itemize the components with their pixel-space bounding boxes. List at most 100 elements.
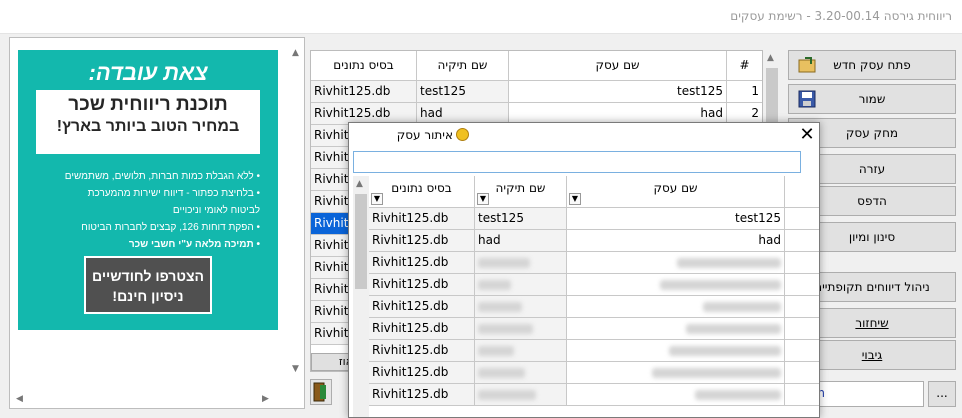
scroll-up-icon[interactable]: ▲	[767, 53, 774, 63]
banner-cta-button[interactable]: הצטרפו לחודשיים ניסיון חינם!	[84, 256, 212, 314]
column-header-business-name[interactable]: שם עסק ▼	[567, 176, 785, 208]
coin-icon	[456, 128, 469, 141]
column-header-database[interactable]: בסיס נתונים	[311, 51, 417, 81]
banner-slogan: צאת עובדה:	[88, 60, 208, 85]
dialog-cell-db[interactable]: Rivhit125.db	[369, 362, 475, 384]
dialog-cell-extra[interactable]	[785, 296, 819, 318]
dialog-cell-extra[interactable]	[785, 252, 819, 274]
new-button[interactable]: פתח עסק חדש	[788, 50, 956, 80]
column-header-database[interactable]: בסיס נתונים ▼	[369, 176, 475, 208]
redacted-text	[669, 345, 781, 356]
browse-button[interactable]: ...	[928, 381, 956, 407]
dialog-cell-extra[interactable]	[785, 340, 819, 362]
exit-door-button[interactable]	[310, 379, 332, 405]
dialog-cell-extra[interactable]	[785, 274, 819, 296]
chevron-down-icon[interactable]: ▼	[371, 193, 383, 205]
dialog-cell-name[interactable]	[567, 296, 785, 318]
dialog-cell-name[interactable]	[567, 252, 785, 274]
dialog-cell-db[interactable]: Rivhit125.db	[369, 252, 475, 274]
scrollbar-thumb[interactable]	[355, 194, 367, 289]
button-label: עזרה	[858, 162, 886, 176]
chevron-down-icon[interactable]: ▼	[569, 193, 581, 205]
dialog-cell-extra[interactable]	[785, 318, 819, 340]
banner-bullet: • בלחיצת כפתור - דיווח ישירות מהמערכת	[87, 188, 260, 199]
dialog-cell-folder[interactable]	[475, 296, 567, 318]
close-icon[interactable]: ✕	[797, 125, 817, 145]
banner-bullet: • תמיכה מלאה ע"י חשבי שכר	[128, 239, 260, 250]
dialog-cell-folder[interactable]	[475, 384, 567, 406]
dialog-cell-db[interactable]: Rivhit125.db	[369, 340, 475, 362]
floppy-disk-icon	[797, 89, 817, 109]
search-input[interactable]	[353, 151, 801, 173]
dialog-cell-name[interactable]: had	[567, 230, 785, 252]
dialog-cell-db[interactable]: Rivhit125.db	[369, 208, 475, 230]
redacted-text	[478, 389, 536, 400]
dialog-cell-db[interactable]: Rivhit125.db	[369, 296, 475, 318]
dialog-cell-name[interactable]	[567, 362, 785, 384]
dialog-title-text: איתור עסק	[396, 128, 453, 142]
redacted-text	[478, 257, 530, 268]
scroll-up-icon[interactable]: ▲	[356, 179, 363, 189]
table-cell-folder[interactable]: test125	[417, 81, 509, 103]
banner-subheadline: במחיר הטוב ביותר בארץ!	[56, 118, 240, 135]
scroll-left-icon[interactable]: ◀	[16, 394, 23, 404]
dialog-cell-db[interactable]: Rivhit125.db	[369, 230, 475, 252]
dialog-cell-name[interactable]	[567, 384, 785, 406]
dialog-vertical-scrollbar[interactable]: ▲	[353, 176, 369, 417]
scroll-down-icon[interactable]: ▼	[292, 364, 299, 374]
banner-headline: תוכנת ריווחית שכר	[68, 94, 228, 115]
redacted-text	[652, 367, 781, 378]
table-cell-num[interactable]: 1	[727, 81, 762, 103]
table-cell-db[interactable]: Rivhit125.db	[311, 81, 417, 103]
dialog-cell-extra[interactable]	[785, 208, 819, 230]
dialog-cell-db[interactable]: Rivhit125.db	[369, 384, 475, 406]
open-folder-icon	[797, 55, 817, 75]
banner-bullet: לביטוח לאומי וניכויים	[172, 205, 260, 216]
dialog-cell-folder[interactable]	[475, 274, 567, 296]
dialog-cell-name[interactable]	[567, 340, 785, 362]
dialog-cell-name[interactable]	[567, 274, 785, 296]
dialog-cell-folder[interactable]	[475, 252, 567, 274]
column-header-extra[interactable]	[785, 176, 819, 208]
dialog-cell-folder[interactable]: test125	[475, 208, 567, 230]
dialog-cell-db[interactable]: Rivhit125.db	[369, 274, 475, 296]
table-cell-name[interactable]: test125	[509, 81, 727, 103]
button-label: מחק עסק	[845, 126, 899, 140]
column-header-folder[interactable]: שם תיקיה	[417, 51, 509, 81]
dialog-cell-db[interactable]: Rivhit125.db	[369, 318, 475, 340]
dialog-cell-extra[interactable]	[785, 384, 819, 406]
scroll-right-icon[interactable]: ▶	[262, 394, 269, 404]
button-label: סינון ומיון	[848, 230, 896, 244]
redacted-text	[695, 389, 781, 400]
dialog-cell-name[interactable]	[567, 318, 785, 340]
dialog-cell-folder[interactable]: had	[475, 230, 567, 252]
dialog-cell-folder[interactable]	[475, 318, 567, 340]
redacted-text	[677, 257, 781, 268]
window-titlebar: ריווחית גירסה 3.20-00.14 - רשימת עסקים	[0, 0, 962, 34]
dialog-cell-name[interactable]: test125	[567, 208, 785, 230]
window-title: ריווחית גירסה 3.20-00.14 - רשימת עסקים	[730, 9, 952, 23]
column-header-number[interactable]: #	[727, 51, 762, 81]
banner-bullets: • ללא הגבלת כמות חברות, תלושים, משתמשים …	[20, 168, 260, 253]
column-header-folder[interactable]: שם תיקיה ▼	[475, 176, 567, 208]
dialog-cell-extra[interactable]	[785, 362, 819, 384]
button-label: שמור	[858, 92, 886, 106]
promo-banner[interactable]: צאת עובדה: תוכנת ריווחית שכר במחיר הטוב …	[18, 50, 278, 330]
chevron-down-icon[interactable]: ▼	[477, 193, 489, 205]
dialog-cell-folder[interactable]	[475, 340, 567, 362]
save-button[interactable]: שמור	[788, 84, 956, 114]
banner-horizontal-scrollbar[interactable]: ◀ ▶	[10, 392, 289, 408]
column-header-label: שם תיקיה	[495, 181, 546, 195]
column-header-business-name[interactable]: שם עסק	[509, 51, 727, 81]
dialog-cell-extra[interactable]	[785, 230, 819, 252]
banner-bullet: • ללא הגבלת כמות חברות, תלושים, משתמשים	[64, 171, 260, 182]
banner-cta-line: ניסיון חינם!	[112, 288, 184, 304]
redacted-text	[478, 323, 533, 334]
scroll-up-icon[interactable]: ▲	[292, 48, 299, 58]
banner-headline-box: תוכנת ריווחית שכר במחיר הטוב ביותר בארץ!	[36, 90, 260, 154]
find-business-dialog: ✕ איתור עסק ▲ בסיס נתונים ▼ שם תיקיה ▼ ש…	[348, 122, 820, 418]
redacted-text	[686, 323, 781, 334]
banner-vertical-scrollbar[interactable]: ▲ ▼	[289, 38, 304, 408]
dialog-cell-folder[interactable]	[475, 362, 567, 384]
dialog-results-grid[interactable]: ▲ בסיס נתונים ▼ שם תיקיה ▼ שם עסק ▼ Rivh…	[353, 176, 819, 417]
